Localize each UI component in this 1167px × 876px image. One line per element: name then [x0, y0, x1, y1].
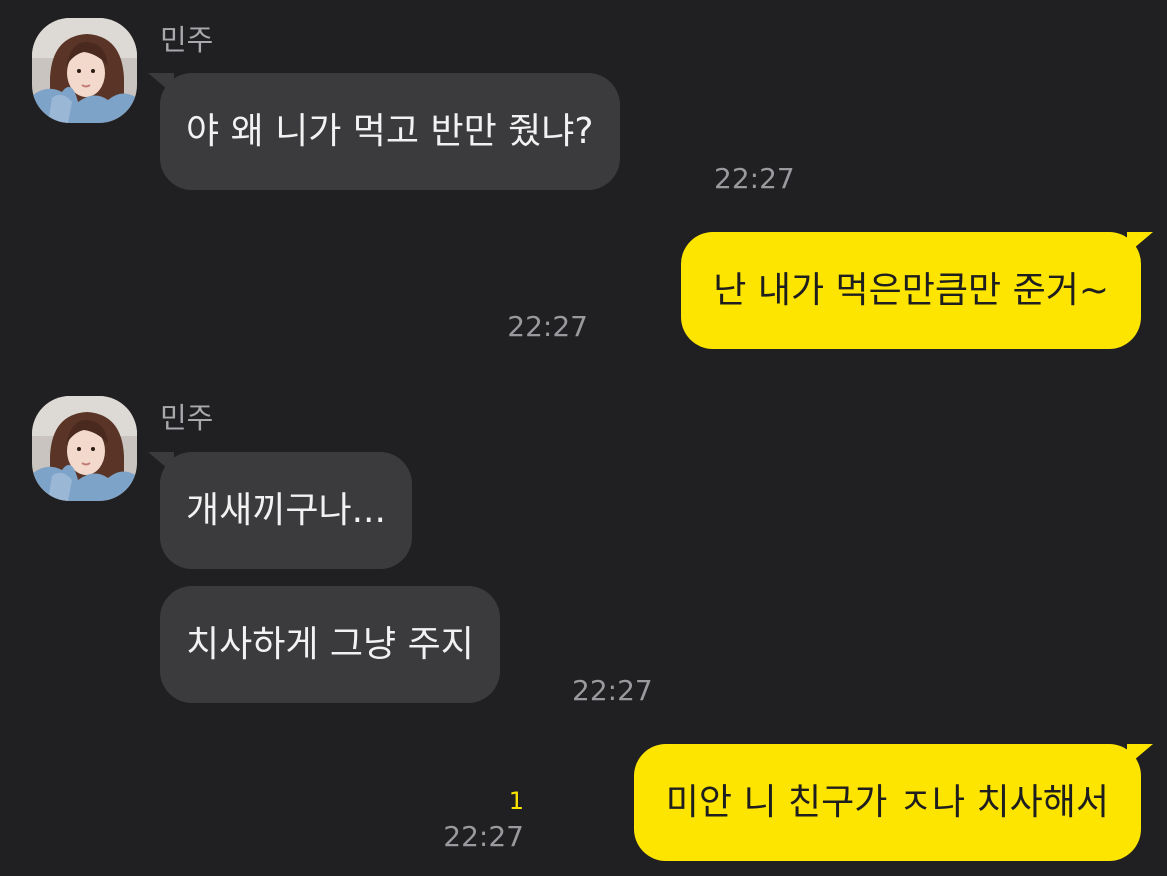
bubble-tail: [148, 73, 174, 95]
message-text: 미안 니 친구가 ㅈ나 치사해서: [665, 782, 1109, 823]
message-time: 22:27: [714, 162, 795, 195]
message-bubble-outgoing[interactable]: 미안 니 친구가 ㅈ나 치사해서: [633, 744, 1153, 861]
bubble-tail: [1127, 744, 1153, 766]
unread-count: 1: [508, 787, 524, 815]
sender-name: 민주: [160, 23, 214, 57]
message-bubble-incoming[interactable]: 야 왜 니가 먹고 반만 줬냐?: [148, 73, 620, 190]
sender-name: 민주: [160, 401, 214, 435]
message-bubble-outgoing[interactable]: 난 내가 먹은만큼만 준거~: [681, 232, 1153, 349]
message-time: 22:27: [572, 674, 653, 707]
avatar[interactable]: [32, 396, 137, 501]
avatar[interactable]: [32, 18, 137, 123]
profile-photo: [32, 18, 137, 123]
message-time: 22:27: [443, 820, 524, 853]
message-bubble-incoming[interactable]: 치사하게 그냥 주지: [160, 586, 500, 703]
message-time: 22:27: [507, 310, 588, 343]
bubble-tail: [1127, 232, 1153, 254]
message-text: 개새끼구나...: [186, 490, 386, 531]
message-text: 난 내가 먹은만큼만 준거~: [713, 270, 1109, 311]
message-text: 야 왜 니가 먹고 반만 줬냐?: [186, 111, 594, 152]
profile-photo: [32, 396, 137, 501]
message-bubble-incoming[interactable]: 개새끼구나...: [148, 452, 412, 569]
bubble-tail: [148, 452, 174, 474]
message-text: 치사하게 그냥 주지: [186, 624, 474, 665]
